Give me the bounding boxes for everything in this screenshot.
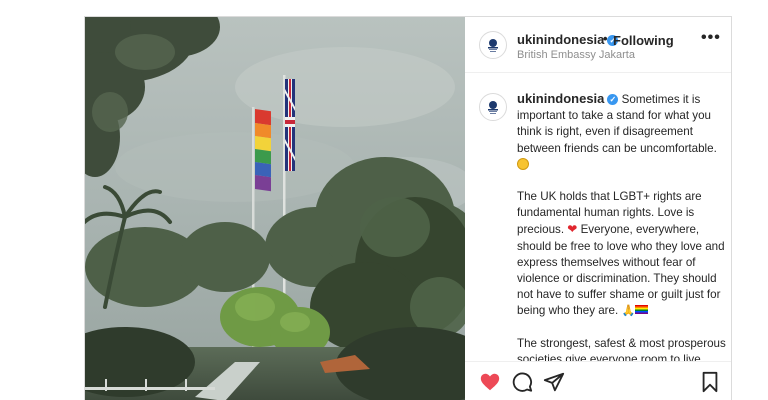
post-side-panel: ukinindonesia ✓ • Following British Embas…: [465, 17, 731, 400]
post-actions-bar: [465, 361, 731, 400]
caption-username[interactable]: ukinindonesia: [517, 91, 604, 106]
comment-bubble-icon: [512, 372, 533, 392]
caption-scroll-area[interactable]: ukinindonesia ✓ Sometimes it is important…: [465, 73, 731, 361]
verified-badge-icon: ✓: [607, 94, 619, 105]
following-button[interactable]: Following: [613, 33, 674, 48]
caption-paragraph-2b: Everyone, everywhere, should be free to …: [517, 223, 725, 318]
location-link[interactable]: British Embassy Jakarta: [517, 49, 635, 61]
header-username-text[interactable]: ukinindonesia: [517, 32, 604, 47]
red-heart-emoji-icon: ❤: [567, 222, 578, 237]
header-separator: •: [603, 31, 608, 46]
post-photo[interactable]: [85, 17, 465, 400]
uk-government-crest-icon: [488, 39, 498, 52]
like-button[interactable]: [479, 371, 501, 393]
heart-icon: [480, 373, 500, 391]
rainbow-flag-emoji-icon: [635, 305, 649, 315]
folded-hands-emoji-icon: 🙏: [621, 305, 636, 318]
post-caption: ukinindonesia ✓ Sometimes it is important…: [517, 91, 727, 361]
paper-plane-icon: [543, 372, 565, 392]
post-modal: ukinindonesia ✓ • Following British Embas…: [84, 16, 732, 400]
uk-government-crest-icon: [488, 101, 498, 114]
post-header: ukinindonesia ✓ • Following British Embas…: [465, 17, 731, 73]
share-button[interactable]: [543, 371, 565, 393]
bookmark-icon: [702, 371, 718, 393]
caption-avatar[interactable]: [479, 93, 507, 121]
more-options-icon[interactable]: •••: [701, 29, 721, 47]
avatar[interactable]: [479, 31, 507, 59]
page-backdrop: [0, 0, 768, 16]
save-button[interactable]: [699, 371, 721, 393]
comment-button[interactable]: [511, 371, 533, 393]
embassy-flags-photo: [85, 17, 465, 400]
caption-paragraph-3: The strongest, safest & most prosperous …: [517, 336, 726, 361]
grimacing-face-emoji-icon: [517, 157, 529, 170]
